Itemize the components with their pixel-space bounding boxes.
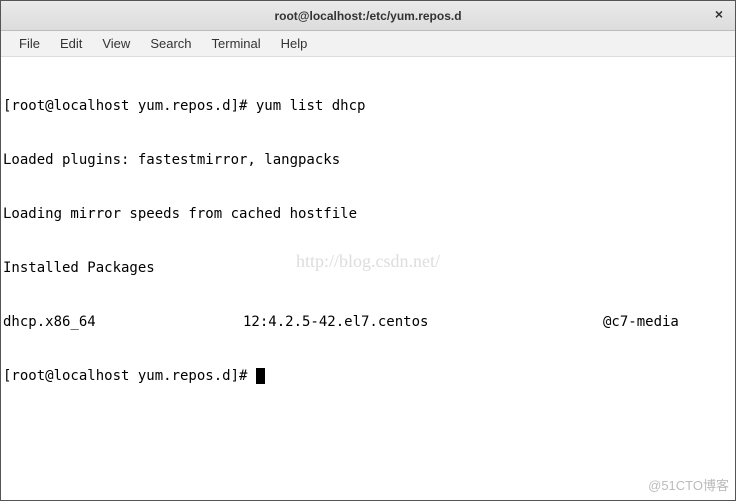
menu-view[interactable]: View	[92, 33, 140, 54]
package-version: 12:4.2.5-42.el7.centos	[243, 313, 603, 331]
shell-command: yum list dhcp	[256, 98, 366, 114]
window-title: root@localhost:/etc/yum.repos.d	[274, 9, 461, 23]
title-bar: root@localhost:/etc/yum.repos.d ×	[1, 1, 735, 31]
terminal-area[interactable]: [root@localhost yum.repos.d]# yum list d…	[1, 57, 735, 500]
menu-search[interactable]: Search	[140, 33, 201, 54]
menu-help[interactable]: Help	[271, 33, 318, 54]
terminal-output: Installed Packages	[3, 259, 733, 277]
menu-edit[interactable]: Edit	[50, 33, 92, 54]
shell-prompt: [root@localhost yum.repos.d]#	[3, 368, 256, 384]
close-icon[interactable]: ×	[715, 7, 723, 21]
terminal-output: Loaded plugins: fastestmirror, langpacks	[3, 151, 733, 169]
shell-prompt: [root@localhost yum.repos.d]#	[3, 98, 256, 114]
cursor-icon	[256, 368, 265, 384]
terminal-output: Loading mirror speeds from cached hostfi…	[3, 205, 733, 223]
menu-bar: File Edit View Search Terminal Help	[1, 31, 735, 57]
package-name: dhcp.x86_64	[3, 313, 243, 331]
menu-terminal[interactable]: Terminal	[202, 33, 271, 54]
package-repo: @c7-media	[603, 313, 733, 331]
package-row: dhcp.x86_6412:4.2.5-42.el7.centos@c7-med…	[3, 313, 733, 331]
terminal-line: [root@localhost yum.repos.d]#	[3, 367, 733, 385]
terminal-line: [root@localhost yum.repos.d]# yum list d…	[3, 97, 733, 115]
menu-file[interactable]: File	[9, 33, 50, 54]
